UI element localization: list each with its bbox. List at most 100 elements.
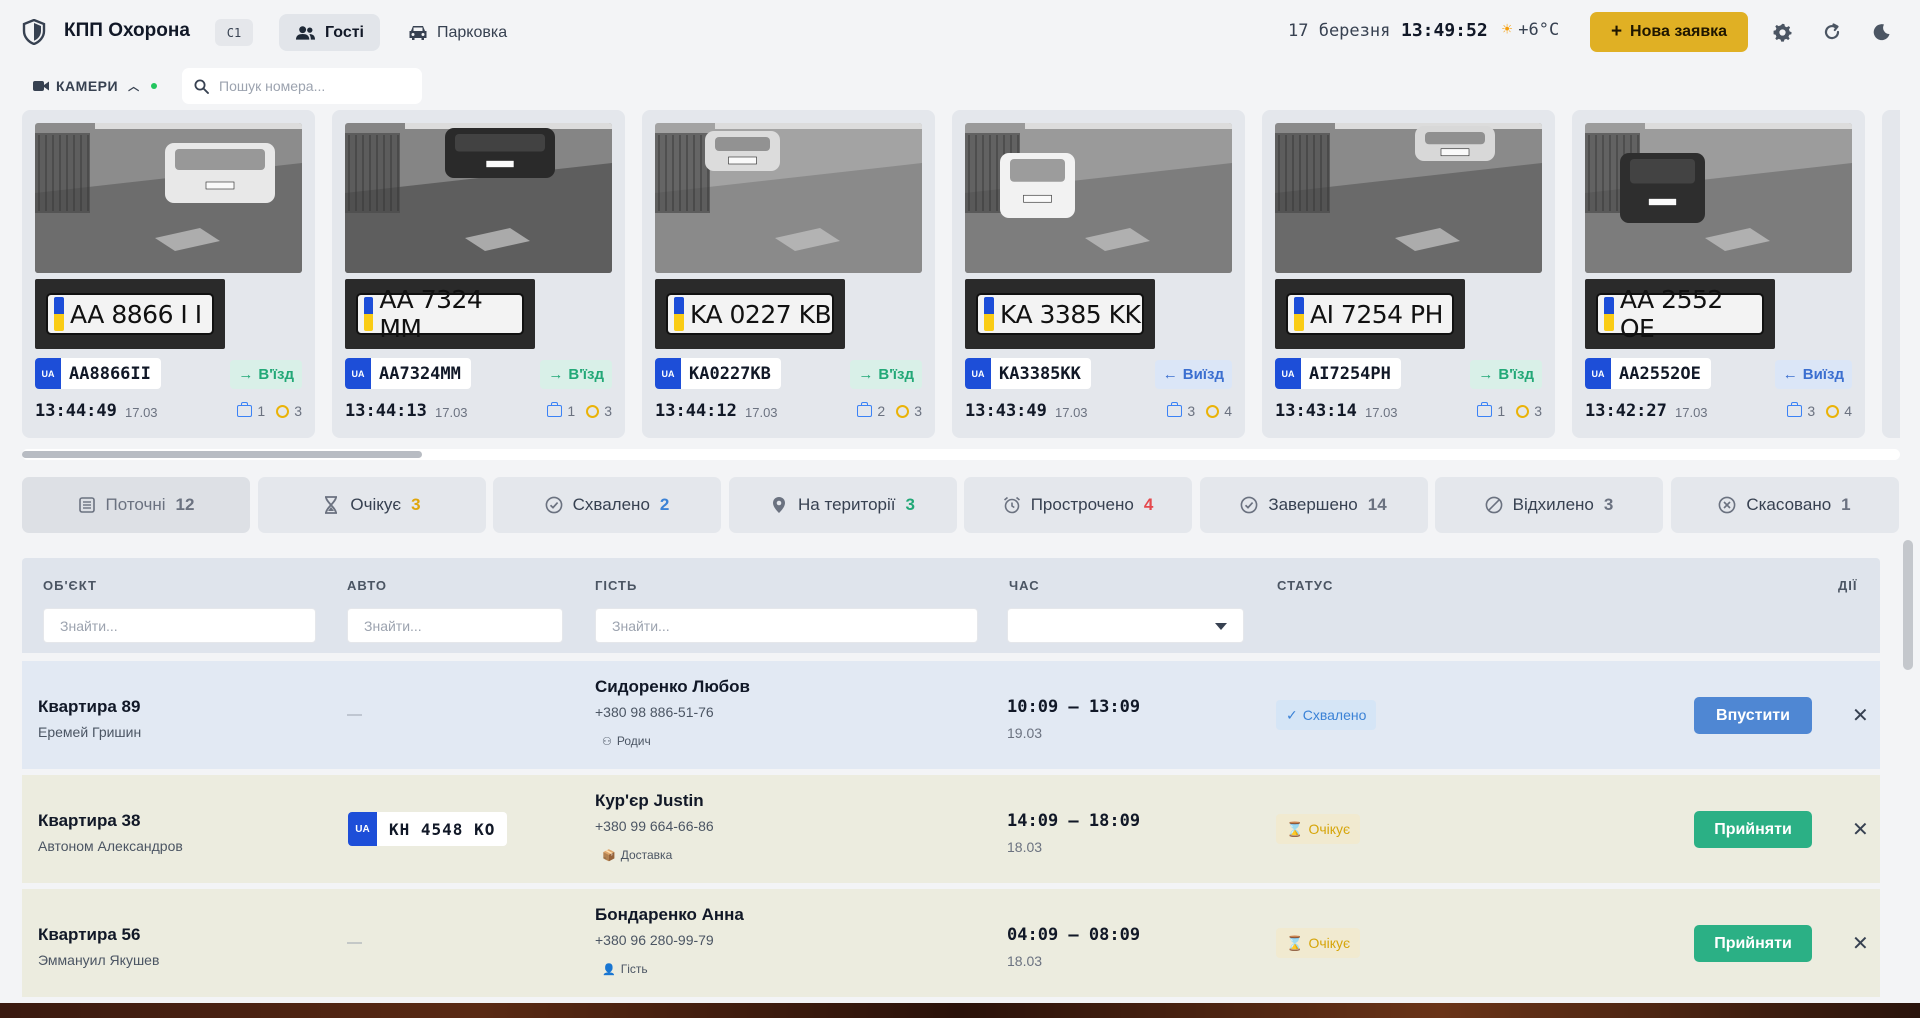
tab-parking[interactable]: Парковка [392, 14, 530, 51]
event-time: 13:44:12 [655, 401, 737, 421]
filter-tab[interactable]: Скасовано 1 [1670, 477, 1899, 533]
gear-icon[interactable] [1770, 20, 1794, 44]
tab-guests[interactable]: Гості [279, 14, 380, 51]
arrow-right-icon: → [858, 366, 874, 383]
pending-count: 3 [604, 403, 612, 419]
plate-tag: UA AI7254PH [1275, 358, 1401, 389]
filter-tab[interactable]: Прострочено 4 [964, 477, 1192, 533]
close-icon[interactable]: ✕ [1852, 817, 1869, 842]
ua-flag-icon [364, 297, 374, 331]
event-counts: 2 3 [857, 402, 922, 419]
arrow-right-icon: → [548, 366, 564, 383]
table-row[interactable]: Квартира 89 Еремей Гришин — Сидоренко Лю… [22, 661, 1880, 769]
plate-search-input[interactable] [219, 78, 409, 94]
filter-tab-count: 3 [905, 495, 915, 514]
pending-count: 3 [294, 403, 302, 419]
filter-tab-label: Відхилено [1512, 495, 1594, 514]
cameras-label: КАМЕРИ [56, 78, 119, 94]
event-date: 17.03 [125, 405, 158, 420]
close-icon[interactable]: ✕ [1852, 931, 1869, 956]
top-header: КПП Охорона C1 Гості Парковка 17 березня… [0, 0, 1920, 64]
filter-tab[interactable]: Відхилено 3 [1435, 477, 1663, 533]
direction-badge: → В'їзд [540, 360, 612, 389]
filter-tab[interactable]: На території 3 [728, 477, 957, 533]
object-title: Квартира 89 [38, 697, 141, 716]
let-in-button[interactable]: Впустити [1694, 697, 1812, 734]
filter-tab[interactable]: Поточні 12 [22, 477, 250, 533]
filter-tab[interactable]: Схвалено 2 [493, 477, 721, 533]
person-icon: 👤 [602, 963, 616, 976]
pending-ring-icon [586, 404, 600, 418]
moon-icon[interactable] [1870, 20, 1894, 44]
list-icon [78, 496, 96, 514]
video-camera-icon [33, 81, 49, 91]
plate-tag: UA AA7324MM [345, 358, 471, 389]
table-row[interactable]: Квартира 38 Автоном Александров UA KH 454… [22, 775, 1880, 883]
plate-search[interactable] [182, 68, 422, 104]
plate-number: KA0227KB [689, 363, 771, 384]
car-filter-input[interactable] [364, 617, 562, 634]
camera-event-card[interactable]: AA 2552 OE UA AA2552OE ← Виїзд 13:42:27 … [1572, 110, 1865, 438]
bags-count: 3 [1807, 403, 1816, 419]
camera-event-card-partial[interactable] [1882, 110, 1900, 438]
scroll-thumb[interactable] [22, 451, 422, 458]
close-icon[interactable]: ✕ [1852, 703, 1869, 728]
event-counts: 3 4 [1167, 402, 1232, 419]
refresh-icon[interactable] [1820, 20, 1844, 44]
ua-flag-icon [54, 297, 64, 331]
accept-button[interactable]: Прийняти [1694, 925, 1812, 962]
table-row[interactable]: Квартира 56 Эммануил Якушев — Бондаренко… [22, 889, 1880, 997]
filter-tab-label: Очікує [350, 495, 402, 514]
family-icon: ⚇ [602, 735, 612, 748]
ua-country-code: UA [965, 358, 991, 389]
column-time: ЧАС [1009, 578, 1040, 593]
accept-button[interactable]: Прийняти [1694, 811, 1812, 848]
bags-count: 1 [567, 403, 576, 419]
check-icon: ✓ [1286, 706, 1298, 723]
car-icon [409, 26, 427, 40]
camera-snapshot[interactable] [965, 123, 1232, 273]
plus-icon: + [1610, 21, 1623, 42]
object-filter[interactable] [43, 608, 316, 643]
camera-feed-strip[interactable]: AA 8866 I I UA AA8866II → В'їзд 13:44:49… [22, 110, 1900, 440]
camera-event-card[interactable]: AI 7254 PH UA AI7254PH → В'їзд 13:43:14 … [1262, 110, 1555, 438]
direction-label: В'їзд [878, 366, 914, 383]
new-request-button[interactable]: + Нова заявка [1590, 12, 1748, 52]
camera-snapshot[interactable] [35, 123, 302, 273]
camera-strip-scrollbar[interactable] [22, 449, 1900, 460]
arrow-right-icon: → [1478, 366, 1494, 383]
camera-snapshot[interactable] [345, 123, 612, 273]
camera-event-card[interactable]: AA 7324 MM UA AA7324MM → В'їзд 13:44:13 … [332, 110, 625, 438]
camera-event-card[interactable]: KA 0227 KB UA KA0227KB → В'їзд 13:44:12 … [642, 110, 935, 438]
object-filter-input[interactable] [60, 617, 315, 634]
briefcase-icon [1477, 402, 1493, 417]
chevron-down-icon [1215, 623, 1227, 630]
current-time: 13:49:52 [1401, 20, 1488, 41]
guest-filter[interactable] [595, 608, 978, 643]
event-time: 13:44:49 [35, 401, 117, 421]
camera-snapshot[interactable] [655, 123, 922, 273]
status-badge: ⌛ Очікує [1276, 814, 1361, 844]
bags-count: 3 [1187, 403, 1196, 419]
time-filter-select[interactable] [1007, 608, 1244, 643]
pending-count: 3 [1534, 403, 1542, 419]
status-badge: ✓ Схвалено [1276, 700, 1377, 730]
plate-recognition-crop: KA 3385 KK [965, 279, 1155, 349]
guest-filter-input[interactable] [612, 617, 977, 634]
camera-snapshot[interactable] [1275, 123, 1542, 273]
event-date: 17.03 [435, 405, 468, 420]
event-time: 13:42:27 [1585, 401, 1667, 421]
pending-ring-icon [1826, 404, 1840, 418]
app-window: КПП Охорона C1 Гості Парковка 17 березня… [0, 0, 1920, 1003]
page-scrollbar[interactable] [1903, 540, 1913, 670]
plate-recognition-crop: AA 8866 I I [35, 279, 225, 349]
no-car-dash: — [347, 706, 362, 723]
camera-snapshot[interactable] [1585, 123, 1852, 273]
cameras-toggle[interactable]: КАМЕРИ ︿ [33, 78, 157, 94]
map-pin-icon [770, 496, 788, 514]
camera-event-card[interactable]: AA 8866 I I UA AA8866II → В'їзд 13:44:49… [22, 110, 315, 438]
car-filter[interactable] [347, 608, 563, 643]
filter-tab[interactable]: Очікує 3 [257, 477, 486, 533]
camera-event-card[interactable]: KA 3385 KK UA KA3385KK ← Виїзд 13:43:49 … [952, 110, 1245, 438]
filter-tab[interactable]: Завершено 14 [1199, 477, 1428, 533]
